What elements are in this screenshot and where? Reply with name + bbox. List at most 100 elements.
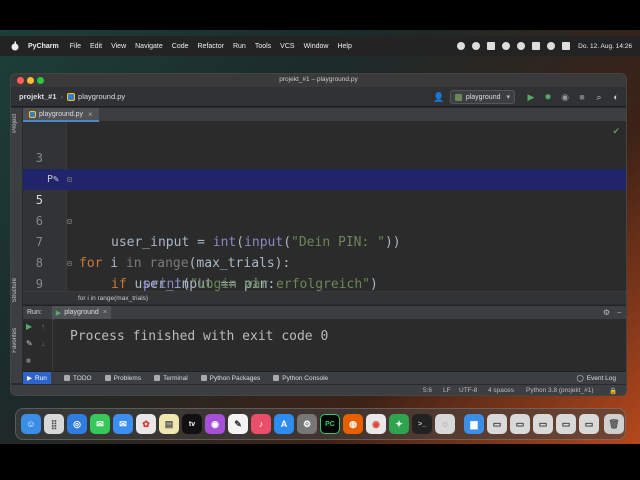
nav-file[interactable]: playground.py — [78, 92, 125, 101]
app-green-icon[interactable]: ✦ — [389, 414, 409, 434]
mail-icon[interactable]: ✉ — [113, 414, 133, 434]
pycharm-edit-icon[interactable]: P✎ — [47, 169, 59, 190]
wrench-icon[interactable]: ✎ — [26, 339, 33, 348]
left-tool-strip: Project Structure Favorites — [11, 108, 23, 383]
code-editor[interactable]: ✔ 3 user_input = 0 4 5 P✎ ⊟ for i in ran… — [23, 122, 626, 291]
apple-tv-icon[interactable]: tv — [182, 414, 202, 434]
structure-tool-button[interactable]: Structure — [12, 278, 18, 302]
menu-help[interactable]: Help — [337, 43, 351, 50]
user-icon[interactable]: 👤 — [433, 91, 445, 103]
ide-logo-icon[interactable]: ◐ — [610, 91, 622, 103]
favorites-tool-button[interactable]: Favorites — [12, 328, 18, 353]
nav-project[interactable]: projekt_#1 — [19, 92, 57, 101]
run-console[interactable]: Process finished with exit code 0 — [54, 319, 626, 371]
menu-view[interactable]: View — [111, 43, 126, 50]
menu-run[interactable]: Run — [233, 43, 246, 50]
window-icon[interactable]: ▭ — [579, 414, 599, 434]
tool-run[interactable]: ▶ Run — [23, 371, 51, 385]
app-store-icon[interactable]: A — [274, 414, 294, 434]
project-tool-button[interactable]: Project — [12, 114, 18, 133]
podcasts-icon[interactable]: ◉ — [205, 414, 225, 434]
wifi-icon[interactable] — [517, 42, 526, 50]
tool-python-packages[interactable]: Python Packages — [197, 372, 260, 385]
run-tab-playground[interactable]: ▶ playground × — [51, 305, 111, 320]
record-icon[interactable] — [457, 42, 466, 50]
terminal-icon — [154, 375, 161, 381]
menu-edit[interactable]: Edit — [90, 43, 102, 50]
up-arrow-icon[interactable]: ↑ — [41, 322, 45, 331]
python-interpreter[interactable]: Python 3.8 (projekt_#1) — [526, 387, 594, 394]
launchpad-icon[interactable]: ⣿ — [44, 414, 64, 434]
tab-playground[interactable]: playground.py × — [23, 108, 99, 122]
menu-file[interactable]: File — [70, 43, 81, 50]
code-line: 7 ⊟ if user_input == pin: — [23, 211, 626, 291]
menu-refactor[interactable]: Refactor — [198, 43, 224, 50]
gear-icon[interactable]: ⚙ — [603, 308, 610, 317]
coverage-icon[interactable]: ◉ — [559, 91, 571, 103]
menu-code[interactable]: Code — [172, 43, 189, 50]
firefox-icon[interactable]: ◍ — [343, 414, 363, 434]
event-log-button[interactable]: ◯ Event Log — [576, 374, 616, 383]
menu-clock[interactable]: Do. 12. Aug. 14:26 — [578, 43, 632, 50]
window-title: projekt_#1 – playground.py — [279, 76, 358, 83]
hide-panel-icon[interactable]: – — [617, 309, 621, 316]
freeform-icon[interactable]: ✎ — [228, 414, 248, 434]
status-icon[interactable] — [472, 42, 481, 50]
photos-icon[interactable]: ✿ — [136, 414, 156, 434]
close-tab-icon[interactable]: × — [88, 110, 93, 119]
run-config-selector[interactable]: playground ▾ — [449, 90, 515, 104]
fold-icon[interactable]: ⊟ — [67, 211, 72, 232]
terminal-icon[interactable]: >_ — [412, 414, 432, 434]
file-encoding[interactable]: UTF-8 — [459, 387, 477, 394]
bluetooth-icon[interactable] — [502, 42, 511, 50]
window-icon[interactable]: ▭ — [510, 414, 530, 434]
messages-icon[interactable]: ✉ — [90, 414, 110, 434]
screen-capture-icon[interactable]: ◌ — [435, 414, 455, 434]
run-icon: ▶ — [27, 375, 32, 382]
caret-position[interactable]: 5:6 — [423, 387, 432, 394]
menu-vcs[interactable]: VCS — [280, 43, 294, 50]
chrome-icon[interactable]: ◉ — [366, 414, 386, 434]
safari-icon[interactable]: ◎ — [67, 414, 87, 434]
app-status-icon[interactable] — [487, 42, 496, 50]
down-arrow-icon[interactable]: ↓ — [41, 339, 45, 348]
stop-icon[interactable]: ■ — [576, 91, 588, 103]
lock-icon[interactable]: 🔒 — [609, 387, 617, 395]
stop-icon[interactable]: ■ — [26, 356, 31, 365]
spotlight-icon[interactable] — [547, 42, 556, 50]
line-separator[interactable]: LF — [443, 387, 451, 394]
battery-icon[interactable] — [532, 42, 541, 50]
indent-setting[interactable]: 4 spaces — [488, 387, 514, 394]
system-preferences-icon[interactable]: ⚙ — [297, 414, 317, 434]
editor-breadcrumb[interactable]: for i in range(max_trials) — [23, 291, 626, 304]
debug-icon[interactable]: ✹ — [542, 91, 554, 103]
finder-icon[interactable]: ☺ — [21, 414, 41, 434]
search-icon[interactable]: ⌕ — [593, 91, 605, 103]
fold-icon[interactable]: ⊟ — [67, 169, 72, 190]
tool-problems[interactable]: Problems — [101, 372, 141, 385]
folder-icon[interactable]: ▆ — [464, 414, 484, 434]
control-center-icon[interactable] — [562, 42, 571, 50]
close-tab-icon[interactable]: × — [103, 309, 107, 316]
menu-tools[interactable]: Tools — [255, 43, 271, 50]
python-file-icon — [67, 92, 76, 101]
trash-icon[interactable]: 🗑 — [604, 414, 624, 434]
notes-icon[interactable]: ▤ — [159, 414, 179, 434]
run-icon[interactable]: ▶ — [525, 91, 537, 103]
pycharm-icon[interactable]: PC — [320, 414, 340, 434]
window-icon[interactable]: ▭ — [487, 414, 507, 434]
code-line: 10 — [23, 274, 626, 291]
menu-window[interactable]: Window — [304, 43, 329, 50]
menu-navigate[interactable]: Navigate — [135, 43, 163, 50]
fold-end-icon[interactable]: ⊟ — [67, 253, 72, 274]
window-icon[interactable]: ▭ — [533, 414, 553, 434]
tool-python-console[interactable]: Python Console — [269, 372, 328, 385]
macos-dock: ☺ ⣿ ◎ ✉ ✉ ✿ ▤ tv ◉ ✎ ♪ A ⚙ PC ◍ ◉ ✦ >_ ◌… — [15, 408, 626, 440]
tool-terminal[interactable]: Terminal — [150, 372, 188, 385]
apple-icon[interactable] — [10, 41, 20, 51]
rerun-icon[interactable]: ▶ — [26, 322, 32, 331]
window-icon[interactable]: ▭ — [556, 414, 576, 434]
menu-app-name[interactable]: PyCharm — [28, 43, 59, 50]
music-icon[interactable]: ♪ — [251, 414, 271, 434]
tool-todo[interactable]: TODO — [60, 372, 92, 385]
